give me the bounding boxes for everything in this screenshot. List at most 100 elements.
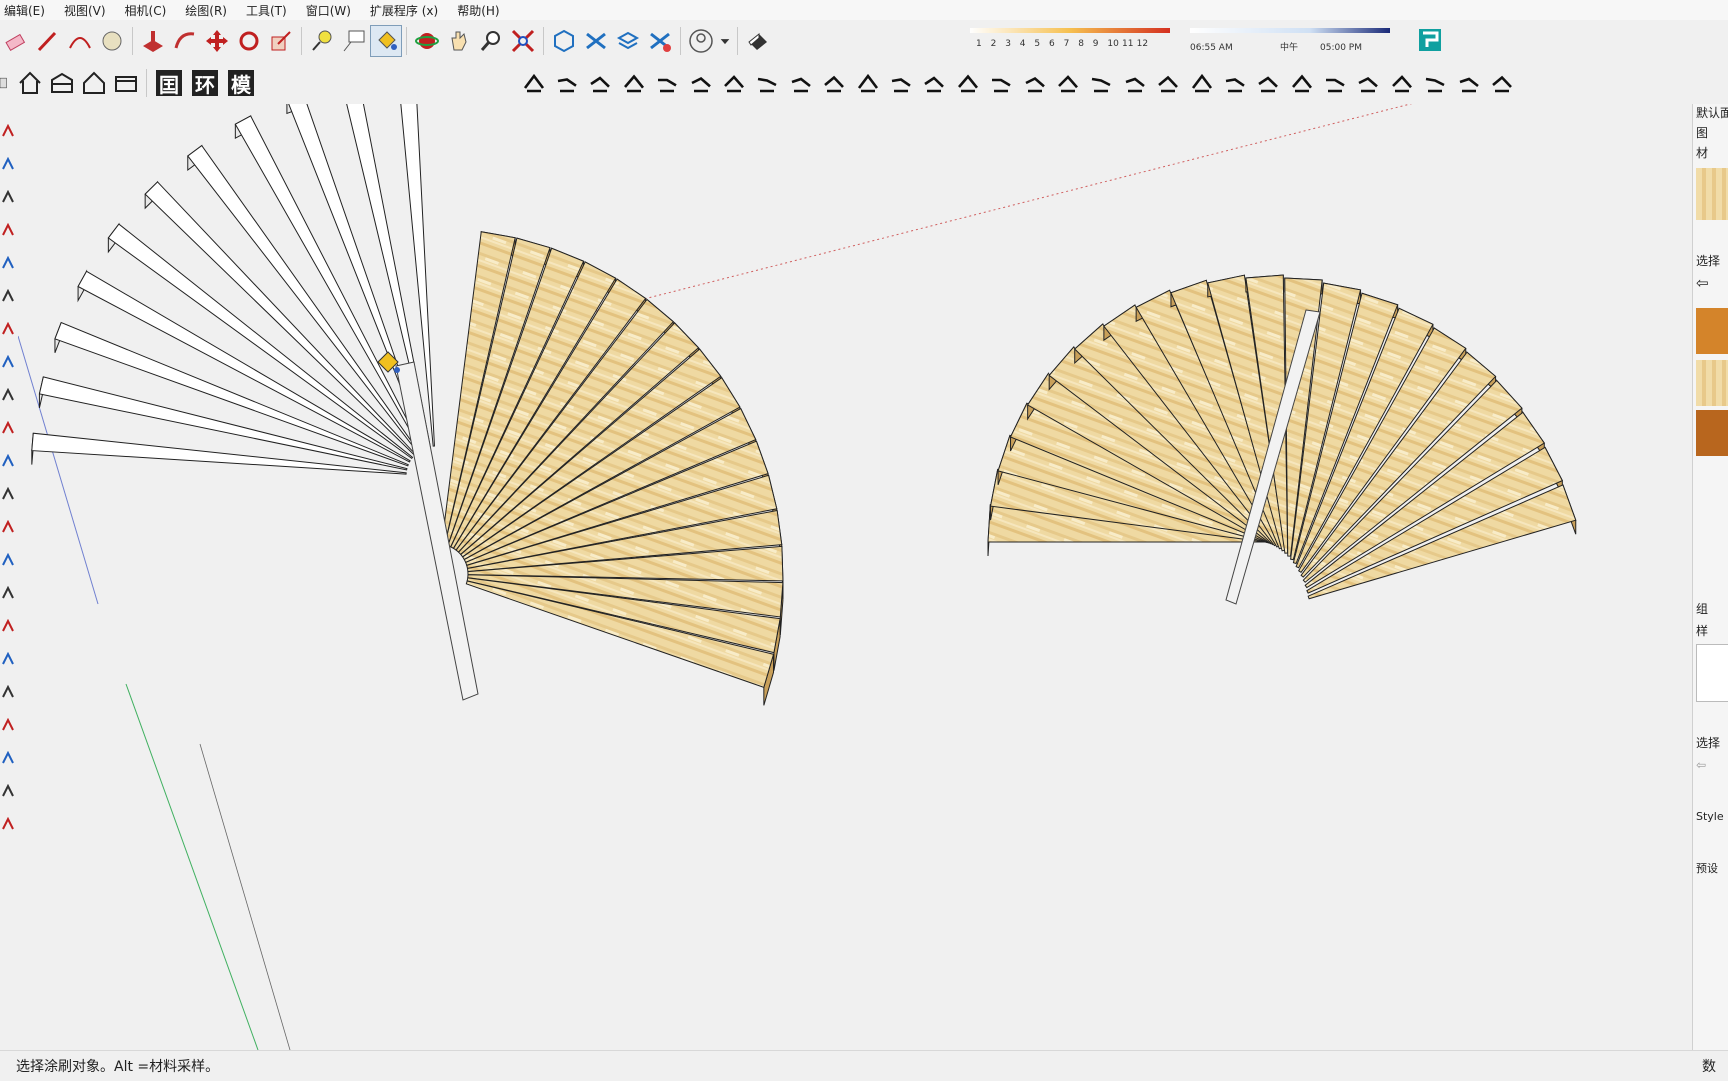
style-select-tab[interactable]: 选择 (1696, 734, 1720, 751)
double-line-icon[interactable] (684, 67, 717, 99)
pan-icon[interactable] (443, 25, 475, 57)
store-icon[interactable] (110, 67, 142, 99)
ramp-icon[interactable] (584, 67, 617, 99)
material-select-tab[interactable]: 选择 (1696, 252, 1720, 269)
mod-button-icon[interactable] (1485, 67, 1519, 99)
bar-steps-icon[interactable] (617, 67, 650, 99)
plugin-button-1[interactable]: 囯 (156, 70, 182, 97)
section-small-icon[interactable] (1, 585, 15, 599)
material-swatch-1[interactable] (1696, 308, 1728, 354)
move-icon[interactable] (201, 25, 233, 57)
paint-bucket-icon[interactable] (370, 25, 402, 57)
menu-item-5[interactable]: 窗口(W) (304, 2, 353, 19)
sandbox-small-icon[interactable] (1, 816, 15, 830)
tray-layers-header[interactable]: 图 (1696, 124, 1708, 141)
eraser-small-icon[interactable] (1, 156, 15, 170)
material-swatch-3[interactable] (1696, 410, 1728, 456)
grid-columns-icon[interactable] (1285, 67, 1318, 99)
circle-icon[interactable] (96, 25, 128, 57)
cube-icon[interactable] (1018, 67, 1051, 99)
menu-item-0[interactable]: 编辑(E) (2, 2, 47, 19)
push-pull-icon[interactable] (137, 25, 169, 57)
rotate-icon[interactable] (233, 25, 265, 57)
column-icon[interactable] (550, 67, 583, 99)
stack-icon[interactable] (1051, 67, 1084, 99)
extension-warehouse-icon[interactable] (580, 25, 612, 57)
pan-small-icon[interactable] (1, 651, 15, 665)
menu-item-7[interactable]: 帮助(H) (455, 2, 501, 19)
split-rhombus-icon[interactable] (984, 67, 1017, 99)
tray-styles-header[interactable]: 样 (1696, 622, 1708, 639)
zoom-small-icon[interactable] (1, 684, 15, 698)
model-viewport[interactable] (18, 104, 1690, 1050)
stair-tread-white[interactable] (31, 432, 407, 475)
style-folder-label[interactable]: Style (1696, 810, 1724, 823)
text-small-icon[interactable] (1, 519, 15, 533)
plugin-button-3[interactable]: 模 (228, 70, 254, 97)
spiral-staircase-left[interactable] (31, 104, 784, 706)
scale-small-icon[interactable] (1, 420, 15, 434)
rotate-small-icon[interactable] (1, 354, 15, 368)
material-swatch-2[interactable] (1696, 360, 1728, 406)
tape-measure-icon[interactable] (306, 25, 338, 57)
dot-grid-icon[interactable] (1352, 67, 1385, 99)
fork-arrow-icon[interactable] (751, 67, 784, 99)
hemisphere-icon[interactable] (1085, 67, 1118, 99)
rotate-back-icon[interactable] (818, 67, 851, 99)
plugin-button-2[interactable]: 环 (192, 70, 218, 97)
spiral-staircase-right[interactable] (987, 274, 1577, 605)
pencil-icon[interactable] (32, 25, 64, 57)
move-small-icon[interactable] (1, 321, 15, 335)
slash-circle-icon[interactable] (918, 67, 951, 99)
menu-item-6[interactable]: 扩展程序 (x) (368, 2, 440, 19)
brush-icon[interactable] (1452, 67, 1485, 99)
building-icon[interactable] (46, 67, 78, 99)
stair-icon[interactable] (517, 67, 550, 99)
position-small-icon[interactable] (1, 783, 15, 797)
arc-icon[interactable] (64, 25, 96, 57)
shadow-toggle-icon[interactable] (742, 25, 774, 57)
warehouse-icon[interactable] (548, 25, 580, 57)
chevron-down-icon[interactable] (717, 25, 733, 57)
orbit-icon[interactable] (411, 25, 443, 57)
line-small-icon[interactable] (1, 189, 15, 203)
triangle-flag-icon[interactable] (1218, 67, 1251, 99)
tray-components-header[interactable]: 组 (1696, 600, 1708, 617)
3d-scene[interactable] (18, 104, 1690, 1050)
layers-stack-icon[interactable] (612, 25, 644, 57)
diamond-arrow-icon[interactable] (651, 67, 684, 99)
axes-small-icon[interactable] (1, 552, 15, 566)
menu-item-1[interactable]: 视图(V) (62, 2, 108, 19)
half-triangle-icon[interactable] (1318, 67, 1351, 99)
offset-small-icon[interactable] (1, 387, 15, 401)
home-icon[interactable] (14, 67, 46, 99)
bracket-icon[interactable] (1385, 67, 1418, 99)
text-label-icon[interactable] (338, 25, 370, 57)
book-icon[interactable] (0, 67, 14, 99)
back-arrow-icon[interactable]: ⇦ (1696, 274, 1709, 292)
dots-row-icon[interactable] (1118, 67, 1151, 99)
arch-icon[interactable] (784, 67, 817, 99)
menu-item-3[interactable]: 绘图(R) (183, 2, 229, 19)
teeth-icon[interactable] (1252, 67, 1285, 99)
curve-arrow-icon[interactable] (717, 67, 750, 99)
select-icon[interactable] (1, 123, 15, 137)
shadow-sliders[interactable]: 1 2 3 4 5 6 7 8 9 10 11 12 06:55 AM 中午 05:00 PM (970, 24, 1390, 60)
preset-folder-label[interactable]: 预设 (1696, 860, 1718, 876)
follow-small-icon[interactable] (1, 453, 15, 467)
pen-nib-icon[interactable] (1419, 67, 1452, 99)
scale-icon[interactable] (265, 25, 297, 57)
house-outline-icon[interactable] (78, 67, 110, 99)
wave-line-icon[interactable] (1151, 67, 1184, 99)
spiral-icon[interactable] (1185, 67, 1218, 99)
follow-me-icon[interactable] (169, 25, 201, 57)
tape-small-icon[interactable] (1, 486, 15, 500)
scissor-arrow-icon[interactable] (851, 67, 884, 99)
zoom-icon[interactable] (475, 25, 507, 57)
zoom-extents-icon[interactable] (507, 25, 539, 57)
extension-manager-icon[interactable] (644, 25, 676, 57)
account-icon[interactable] (685, 25, 717, 57)
eraser-icon[interactable] (0, 25, 32, 57)
orbit-small-icon[interactable] (1, 618, 15, 632)
arc-small-icon[interactable] (1, 222, 15, 236)
